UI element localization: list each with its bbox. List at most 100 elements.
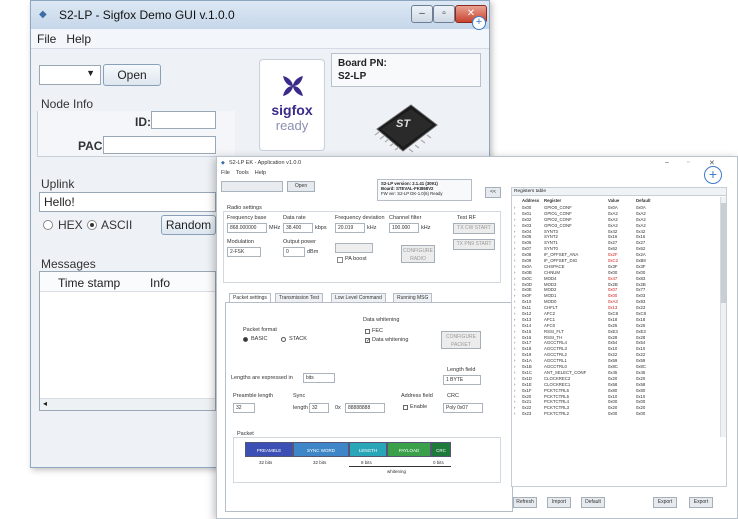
s2lp-chip-image: ST — [371, 99, 441, 157]
tx-cw-start-button[interactable]: TX CW START — [453, 223, 495, 234]
radio-selected-dot — [90, 223, 94, 227]
tab-transmission-test[interactable]: Transmission Test — [275, 293, 324, 302]
configure-packet-button[interactable]: CONFIGURE PACKET — [441, 331, 481, 349]
lengths-unit-select[interactable]: bits — [303, 373, 335, 383]
registers-body: › 0x00 GPIO0_CONF 0x0A 0x0A › 0x01 GPIO1_CONF 0x… — [514, 205, 714, 417]
device-info-box: S2-LP version: 2.1.41 (3091) Board: STEV… — [377, 179, 472, 201]
fec-checkbox[interactable] — [365, 329, 370, 334]
row-expand-icon[interactable]: › — [514, 411, 522, 417]
modulation-select[interactable]: 2-FSK — [227, 247, 261, 257]
hex-radio[interactable] — [43, 220, 53, 230]
ch-filter-input[interactable]: 100.000 — [389, 223, 419, 233]
freq-dev-unit: kHz — [367, 225, 377, 231]
data-whitening-check-label: Data whitening — [372, 337, 409, 343]
registers-table[interactable]: Registers table Address Register Value D… — [511, 187, 727, 487]
board-pn-label: Board PN: — [338, 58, 387, 69]
ascii-radio[interactable] — [87, 220, 97, 230]
random-button[interactable]: Random — [161, 215, 216, 235]
board-pn-value: S2-LP — [338, 71, 367, 82]
pa-boost-checkbox[interactable] — [337, 257, 343, 263]
register-row[interactable]: › 0x23 PCKTCTRL2 0x00 0x00 — [514, 411, 714, 417]
ascii-label: ASCII — [101, 218, 133, 232]
basic-label: BASIC — [251, 336, 268, 342]
col-default: Default — [636, 198, 651, 203]
configure-radio-button[interactable]: CONFIGURE RADIO — [401, 245, 435, 263]
tab-low-level-command[interactable]: Low Level Command — [331, 293, 386, 302]
packet-field-length: LENGTH — [349, 442, 387, 457]
horizontal-scrollbar[interactable]: ◂ — [40, 398, 215, 410]
basic-radio[interactable] — [243, 337, 248, 342]
tab-running-msg[interactable]: Running MSG — [393, 293, 433, 302]
menu-help[interactable]: Help — [255, 170, 266, 176]
sigfox-text: sigfox — [271, 102, 313, 118]
id-field[interactable] — [151, 111, 216, 129]
freq-dev-input[interactable]: 20.019 — [335, 223, 365, 233]
pac-field[interactable] — [103, 136, 216, 154]
zoom-in-icon[interactable]: + — [704, 166, 722, 184]
uplink-message-input[interactable]: Hello! — [39, 192, 216, 212]
messages-list-header: Time stamp Info — [40, 272, 215, 292]
zoom-in-icon-small[interactable]: + — [472, 16, 486, 30]
preamble-bits: 32 bits — [259, 460, 273, 465]
data-rate-input[interactable]: 38.400 — [283, 223, 313, 233]
freq-base-unit: MHz — [269, 225, 281, 231]
scrollbar-thumb[interactable] — [721, 203, 726, 303]
crc-select[interactable]: Poly 0x07 — [443, 403, 483, 413]
import-button[interactable]: Import — [547, 497, 571, 508]
registers-scrollbar[interactable] — [720, 197, 726, 437]
open-button[interactable]: Open — [103, 64, 161, 86]
sync-word-input[interactable]: 88888888 — [345, 403, 385, 413]
menu-bar: File Help — [31, 29, 489, 49]
sigfox-logo-icon — [283, 76, 303, 96]
port-select[interactable] — [221, 181, 283, 192]
menu-tools[interactable]: Tools — [236, 170, 249, 176]
open-button[interactable]: Open — [287, 181, 315, 192]
window-title: S2-LP - Sigfox Demo GUI v.1.0.0 — [59, 8, 235, 22]
maximize-button[interactable]: ▫ — [687, 159, 689, 166]
freq-base-input[interactable]: 868.000000 — [227, 223, 267, 233]
length-field-label: Length field — [447, 367, 476, 373]
sync-length-input[interactable]: 32 — [309, 403, 329, 413]
tab-packet-settings[interactable]: Packet settings — [229, 293, 271, 302]
app-title: S2-LP EK - Application v1.0.0 — [229, 160, 302, 166]
tx-pn9-start-button[interactable]: TX PN9 START — [453, 239, 495, 250]
export-button-2[interactable]: Export — [689, 497, 713, 508]
whitening-label: whitening — [387, 469, 407, 474]
messages-list[interactable]: Time stamp Info ◂ — [39, 271, 216, 411]
refresh-button[interactable]: Refresh — [513, 497, 537, 508]
data-whitening-checkbox[interactable]: ✓ — [365, 338, 370, 344]
port-select[interactable]: ▼ — [39, 65, 101, 85]
data-rate-unit: kbps — [315, 225, 327, 231]
sigfox-ready-logo: sigfox ready — [259, 59, 325, 151]
messages-header: Messages — [41, 257, 96, 271]
col-info: Info — [150, 276, 171, 290]
length-bits: 8 bits — [361, 460, 372, 465]
app-menu-bar: File Tools Help — [221, 170, 266, 176]
default-button[interactable]: Default — [581, 497, 605, 508]
enable-label: Enable — [410, 404, 428, 410]
minimize-button[interactable]: – — [665, 159, 669, 166]
pa-boost-label: PA boost — [345, 256, 367, 262]
freq-dev-label: Frequency deviation — [335, 215, 385, 221]
length-field-select[interactable]: 1 BYTE — [443, 375, 481, 385]
pa-mode-select[interactable] — [335, 243, 373, 253]
menu-help[interactable]: Help — [66, 32, 91, 46]
minimize-button[interactable]: – — [411, 5, 433, 23]
menu-file[interactable]: File — [221, 170, 230, 176]
data-whitening-group-label: Data whitening — [363, 317, 400, 323]
stack-label: STACK — [289, 336, 307, 342]
maximize-button[interactable]: ▫ — [433, 5, 455, 23]
preamble-length-input[interactable]: 32 — [233, 403, 255, 413]
export-button[interactable]: Export — [653, 497, 677, 508]
scroll-left-icon: ◂ — [43, 399, 48, 408]
address-enable-checkbox[interactable] — [403, 405, 408, 410]
output-power-input[interactable]: 0 — [283, 247, 305, 257]
stack-radio[interactable] — [281, 337, 286, 342]
collapse-button[interactable]: << — [485, 187, 501, 198]
packet-field-crc: CRC — [431, 442, 451, 457]
address-field-label: Address field — [401, 393, 433, 399]
lengths-label: Lengths are expressed in — [231, 375, 293, 381]
board-pn-box: Board PN: S2-LP — [331, 53, 481, 87]
packet-field-sync: SYNC WORD — [293, 442, 349, 457]
menu-file[interactable]: File — [37, 32, 56, 46]
